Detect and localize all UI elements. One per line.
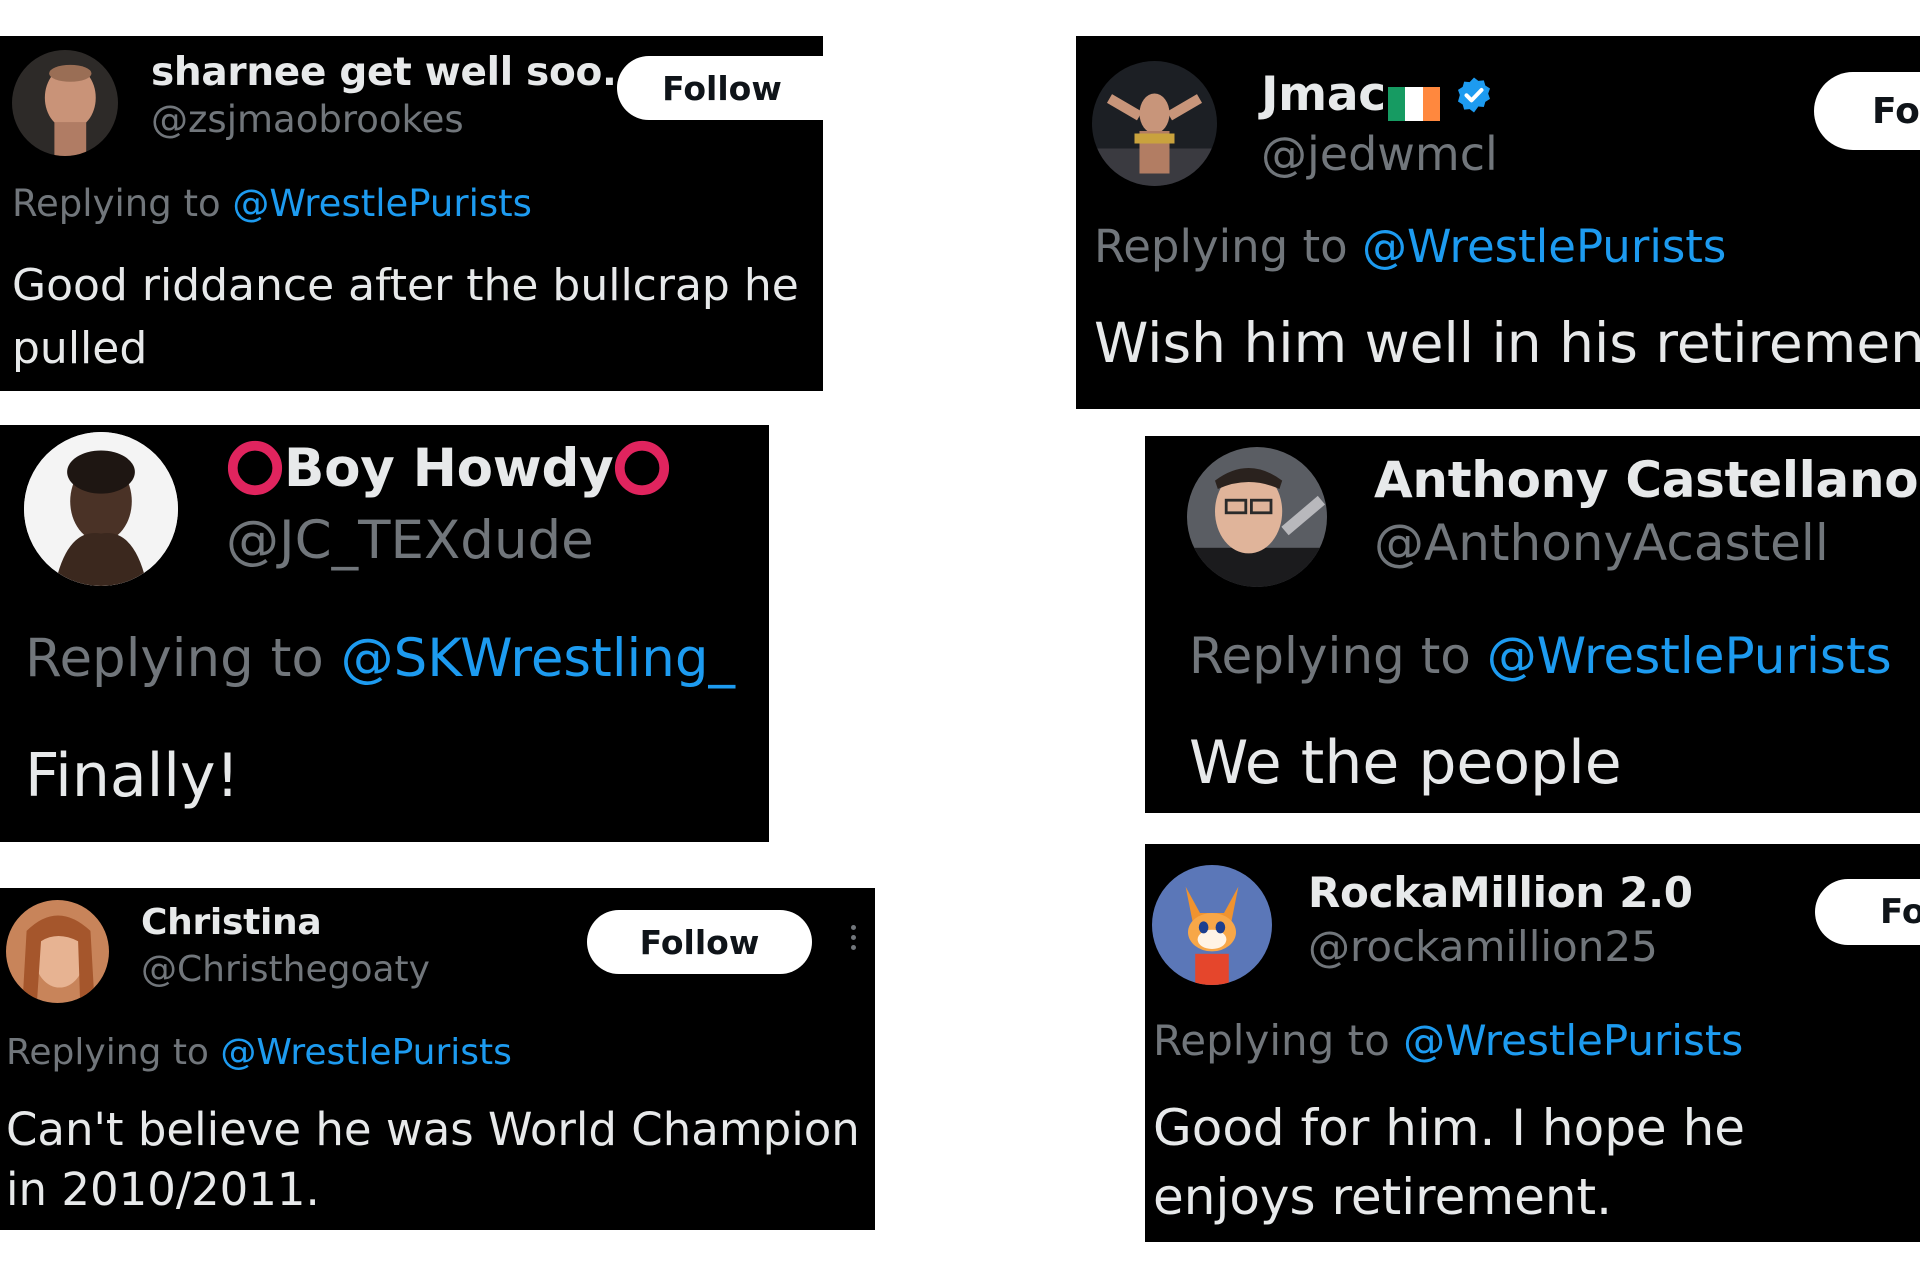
display-name[interactable]: sharnee get well soo...: [151, 50, 646, 95]
avatar[interactable]: [1152, 865, 1272, 985]
ireland-flag-icon: [1387, 78, 1440, 121]
handle[interactable]: @jedwmcl: [1261, 127, 1498, 181]
handle[interactable]: @rockamillion25: [1308, 922, 1658, 971]
tweet-card-boy-howdy: Boy Howdy @JC_TEXdude Replying to @SKWre…: [0, 425, 769, 842]
avatar[interactable]: [1092, 61, 1217, 186]
display-name[interactable]: RockaMillion 2.0: [1308, 868, 1693, 917]
handle[interactable]: @Christhegoaty: [141, 949, 430, 990]
mention-link[interactable]: @WrestlePurists: [1487, 627, 1892, 685]
display-name[interactable]: Jmac: [1261, 64, 1494, 122]
replying-prefix: Replying to: [1153, 1016, 1404, 1065]
tweet-text: Finally!: [25, 741, 240, 811]
replying-to: Replying to @SKWrestling_: [25, 628, 735, 689]
replying-prefix: Replying to: [25, 628, 341, 689]
follow-label: Fo: [1880, 892, 1920, 932]
avatar[interactable]: [12, 50, 118, 156]
handle[interactable]: @JC_TEXdude: [226, 510, 594, 571]
mention-link[interactable]: @WrestlePurists: [1362, 220, 1726, 273]
avatar[interactable]: [1187, 447, 1327, 587]
replying-prefix: Replying to: [6, 1032, 221, 1073]
handle[interactable]: @AnthonyAcastell: [1374, 514, 1829, 572]
tweet-text: We the people: [1189, 728, 1622, 798]
follow-button[interactable]: Follow: [587, 910, 812, 974]
follow-button[interactable]: Fo: [1814, 72, 1920, 150]
display-name[interactable]: Anthony Castellano: [1374, 451, 1919, 509]
mention-link[interactable]: @SKWrestling_: [341, 628, 735, 689]
display-name[interactable]: Christina: [141, 902, 322, 943]
tweet-card-anthony-castellano: Anthony Castellano @AnthonyAcastell Repl…: [1145, 436, 1920, 813]
replying-to: Replying to @WrestlePurists: [12, 182, 532, 225]
mention-link[interactable]: @WrestlePurists: [1403, 1016, 1743, 1065]
display-name[interactable]: Boy Howdy: [226, 435, 671, 499]
replying-to: Replying to @WrestlePurists: [1094, 220, 1726, 273]
follow-label: Fo: [1872, 90, 1920, 132]
tweet-text: Good riddance after the bullcrap he pull…: [12, 260, 799, 374]
replying-to: Replying to @WrestlePurists: [6, 1032, 512, 1073]
tweet-text: Wish him well in his retirement: [1094, 311, 1920, 375]
replying-prefix: Replying to: [1094, 220, 1363, 273]
replying-to: Replying to @WrestlePurists: [1189, 627, 1892, 685]
tweet-text: Can't believe he was World Champion in 2…: [6, 1103, 860, 1216]
follow-label: Follow: [639, 922, 760, 962]
display-name-text: Boy Howdy: [284, 437, 614, 499]
mention-link[interactable]: @WrestlePurists: [220, 1032, 511, 1073]
tweet-card-christina: Christina @Christhegoaty Follow Replying…: [0, 888, 875, 1230]
replying-prefix: Replying to: [1189, 627, 1487, 685]
red-ring-emoji-icon: [227, 441, 283, 496]
replying-to: Replying to @WrestlePurists: [1153, 1016, 1743, 1065]
tweet-card-rockamillion: RockaMillion 2.0 @rockamillion25 Fo Repl…: [1145, 844, 1920, 1242]
more-vertical-icon[interactable]: [850, 925, 858, 955]
tweet-card-sharnee: sharnee get well soo... @zsjmaobrookes F…: [0, 36, 823, 391]
verified-badge-icon: [1457, 77, 1490, 112]
mention-link[interactable]: @WrestlePurists: [232, 182, 532, 225]
follow-label: Follow: [662, 68, 782, 108]
red-ring-emoji-icon: [615, 441, 670, 496]
replying-prefix: Replying to: [12, 182, 233, 225]
tweet-text: Good for him. I hope he enjoys retiremen…: [1153, 1099, 1746, 1226]
tweet-card-jmac: Jmac @jedwmcl Fo Replying to @WrestlePur…: [1076, 36, 1920, 409]
follow-button[interactable]: Follow: [617, 56, 823, 120]
follow-button[interactable]: Fo: [1815, 879, 1920, 945]
avatar[interactable]: [6, 900, 109, 1003]
handle[interactable]: @zsjmaobrookes: [151, 98, 464, 141]
display-name-text: Jmac: [1261, 67, 1386, 122]
avatar[interactable]: [24, 432, 178, 586]
